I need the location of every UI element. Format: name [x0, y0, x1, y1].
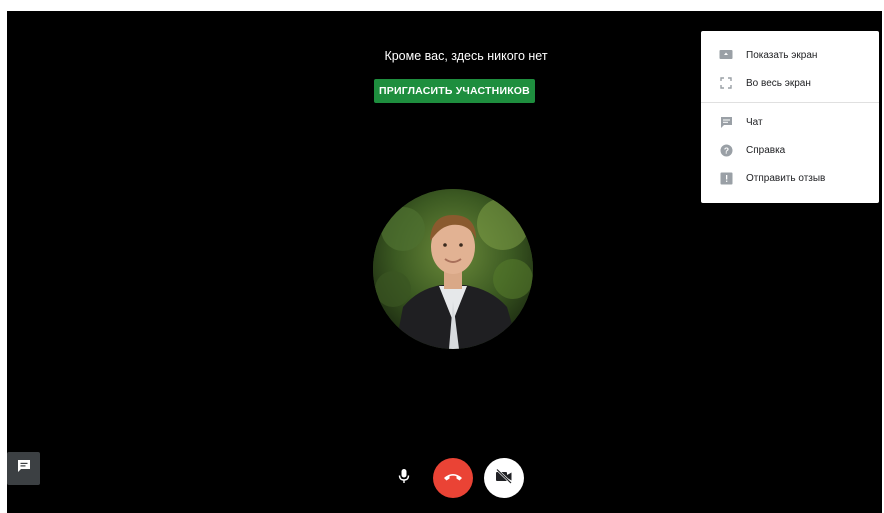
hang-up-button[interactable] — [433, 458, 473, 498]
call-stage: Кроме вас, здесь никого нет ПРИГЛАСИТЬ У… — [7, 11, 882, 513]
microphone-button[interactable] — [392, 466, 416, 490]
self-avatar — [373, 189, 533, 349]
menu-item-label: Чат — [746, 116, 763, 128]
chat-button[interactable] — [7, 452, 40, 485]
menu-item-feedback[interactable]: Отправить отзыв — [701, 164, 879, 192]
menu-item-label: Показать экран — [746, 49, 818, 61]
menu-item-chat[interactable]: Чат — [701, 108, 879, 136]
menu-item-label: Во весь экран — [746, 77, 811, 89]
menu-item-help[interactable]: ? Справка — [701, 136, 879, 164]
camera-toggle-button[interactable] — [484, 458, 524, 498]
svg-text:?: ? — [723, 145, 728, 155]
chat-icon — [17, 459, 31, 478]
options-menu: Показать экран Во весь экран Чат ? Справ… — [701, 31, 879, 203]
menu-item-present-screen[interactable]: Показать экран — [701, 41, 879, 69]
chat-icon — [719, 115, 733, 129]
menu-divider — [701, 102, 879, 103]
camera-off-icon — [495, 468, 513, 489]
avatar-photo — [373, 189, 533, 349]
feedback-icon — [719, 171, 733, 185]
menu-item-label: Справка — [746, 144, 786, 156]
mic-icon — [398, 468, 410, 489]
menu-item-fullscreen[interactable]: Во весь экран — [701, 69, 879, 97]
help-icon: ? — [719, 143, 733, 157]
menu-item-label: Отправить отзыв — [746, 172, 826, 184]
hangup-icon — [443, 469, 463, 487]
present-screen-icon — [719, 48, 733, 62]
invite-participants-button[interactable]: ПРИГЛАСИТЬ УЧАСТНИКОВ — [374, 79, 535, 103]
fullscreen-icon — [719, 76, 733, 90]
